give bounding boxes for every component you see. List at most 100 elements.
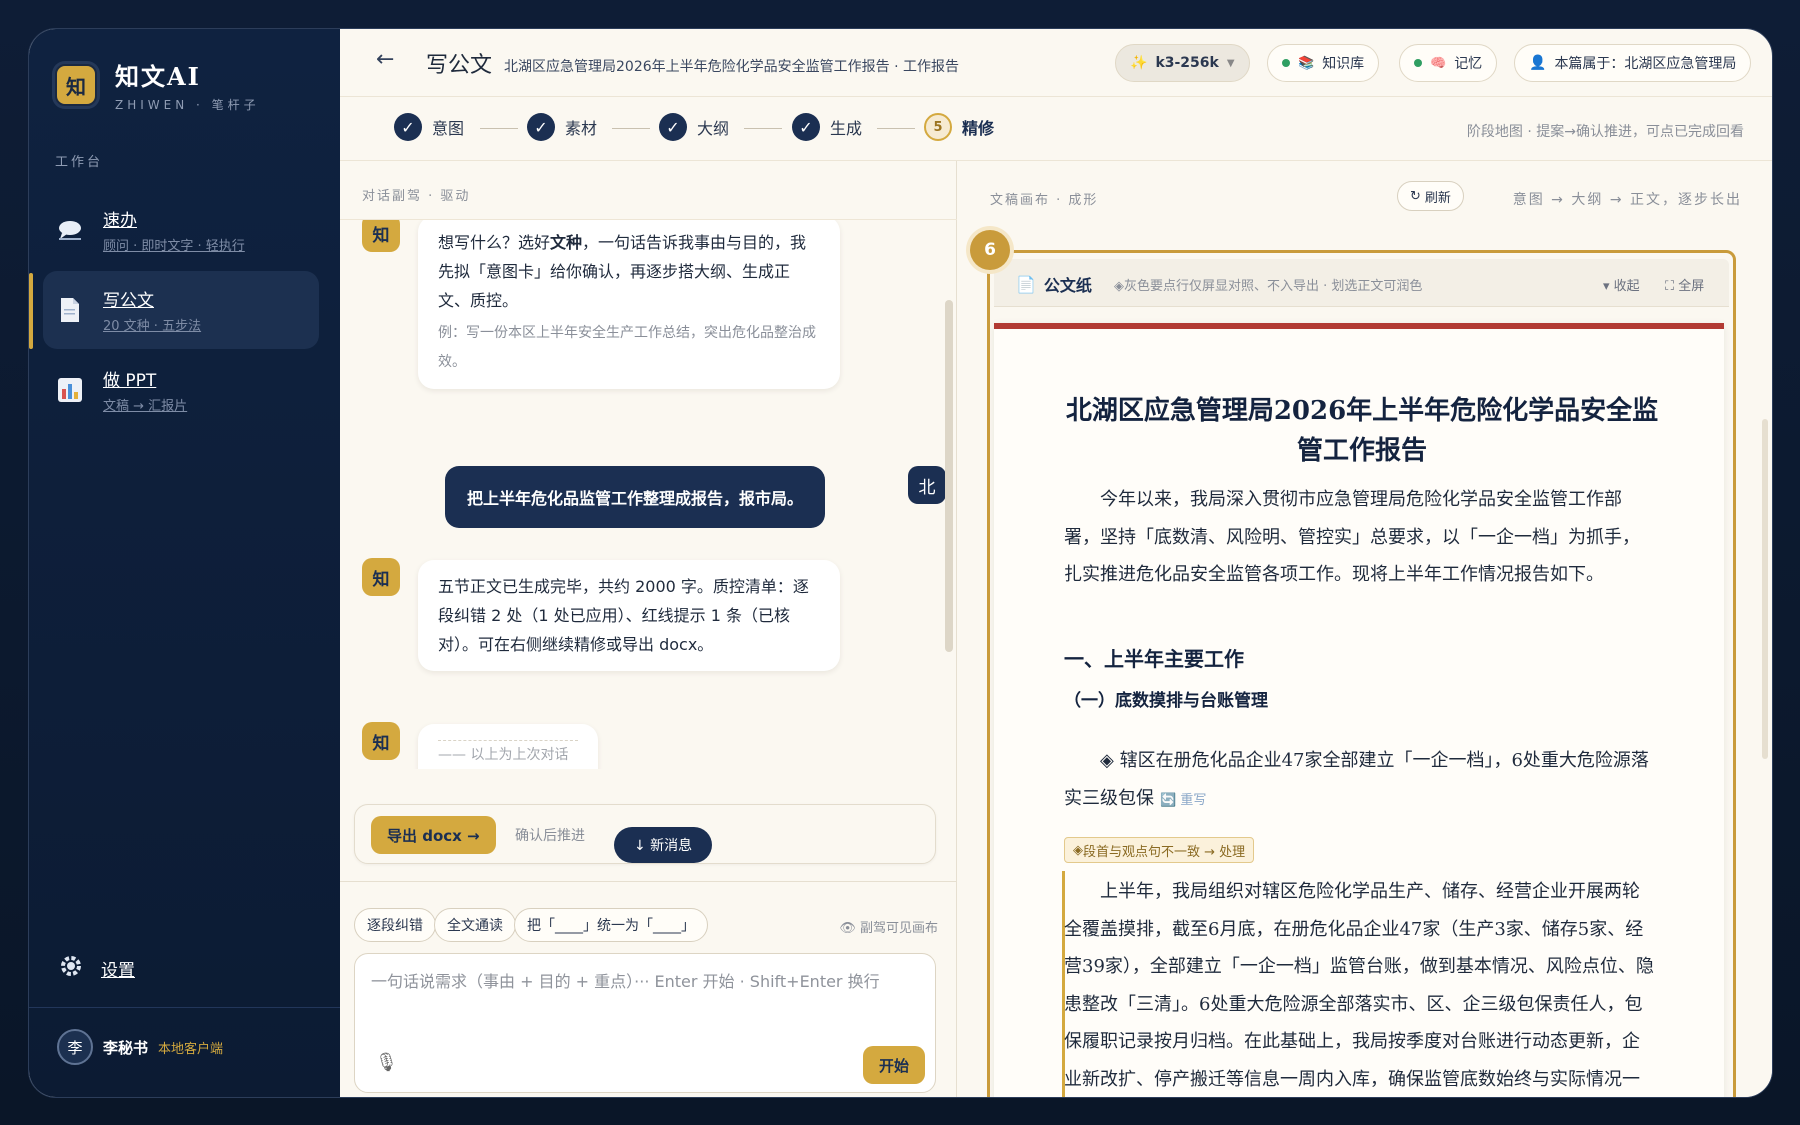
owner-selector[interactable]: 👤 本篇属于：北湖区应急管理局 bbox=[1514, 44, 1752, 82]
sidebar: 知 知文AI ZHIWEN · 笔杆子 工作台 速办 顾问 · 即时文字 · 轻… bbox=[29, 29, 340, 1097]
app-subtitle: ZHIWEN · 笔杆子 bbox=[115, 98, 260, 112]
canvas-scrollbar[interactable] bbox=[1762, 419, 1768, 759]
document-icon bbox=[57, 297, 83, 323]
owner-label: 本篇属于：北湖区应急管理局 bbox=[1554, 56, 1737, 72]
step-connector bbox=[480, 128, 518, 129]
chat-scrollbar[interactable] bbox=[945, 300, 953, 652]
status-dot bbox=[1282, 59, 1290, 67]
divider bbox=[29, 1007, 340, 1008]
app-name: 知文AI bbox=[115, 62, 201, 91]
back-button[interactable]: ← bbox=[376, 47, 394, 72]
gear-icon bbox=[59, 954, 83, 983]
check-icon: ✓ bbox=[394, 113, 422, 141]
status-dot bbox=[1414, 59, 1422, 67]
eye-icon: 👁 bbox=[839, 921, 856, 936]
check-icon: ✓ bbox=[792, 113, 820, 141]
composer: 🎙 开始 bbox=[354, 953, 936, 1093]
knowledge-base-toggle[interactable]: 📚 知识库 bbox=[1267, 44, 1380, 82]
user-profile[interactable]: 李 李秘书 本地客户端 bbox=[57, 1029, 223, 1065]
memory-toggle[interactable]: 🧠 记忆 bbox=[1399, 44, 1498, 82]
sidebar-item-ppt[interactable]: 做 PPT 文稿 → 汇报片 bbox=[43, 351, 319, 429]
step-label: 意图 bbox=[432, 119, 465, 138]
assistant-avatar: 知 bbox=[362, 558, 400, 596]
chat-panel-label: 对话副驾 · 驱动 bbox=[362, 189, 471, 204]
sidebar-item-quick[interactable]: 速办 顾问 · 即时文字 · 轻执行 bbox=[43, 191, 319, 269]
step-generate[interactable]: ✓ 生成 bbox=[792, 113, 862, 141]
step-label: 大纲 bbox=[697, 119, 730, 138]
sidebar-item-label: 速办 bbox=[103, 211, 137, 231]
refresh-button[interactable]: ↻ 刷新 bbox=[1397, 181, 1464, 211]
person-icon: 👤 bbox=[1529, 55, 1547, 71]
chat-history[interactable]: 知 想写什么？选好文种，一句话告诉我事由与目的，我先拟「意图卡」给你确认，再逐步… bbox=[340, 219, 957, 769]
user-name: 李秘书 bbox=[103, 1038, 149, 1057]
knowledge-label: 知识库 bbox=[1322, 56, 1365, 72]
example-hint: 例：写一份本区上半年安全生产工作总结，突出危化品整治成效。 bbox=[438, 325, 816, 370]
export-docx-button[interactable]: 导出 docx → bbox=[371, 816, 496, 854]
step-connector bbox=[612, 128, 650, 129]
message-text: 想写什么？选好文种，一句话告诉我事由与目的，我先拟「意图卡」给你确认，再逐步搭大… bbox=[438, 233, 807, 310]
app-window: 知 知文AI ZHIWEN · 笔杆子 工作台 速办 顾问 · 即时文字 · 轻… bbox=[28, 28, 1773, 1098]
step-outline[interactable]: ✓ 大纲 bbox=[659, 113, 729, 141]
step-number: 5 bbox=[924, 113, 952, 141]
assistant-avatar: 知 bbox=[362, 220, 400, 252]
memory-label: 记忆 bbox=[1454, 56, 1483, 72]
focus-frame bbox=[987, 250, 1736, 1097]
history-divider: —— 以上为上次对话 bbox=[438, 747, 569, 763]
document-canvas: 文稿画布 · 成形 ↻ 刷新 意图 → 大纲 → 正文，逐步长出 📄 公文纸 ◈… bbox=[958, 161, 1772, 1097]
sidebar-item-sub: 顾问 · 即时文字 · 轻执行 bbox=[103, 239, 245, 254]
user-message: 把上半年危化品监管工作整理成报告，报市局。 bbox=[445, 466, 826, 528]
chip-proofread[interactable]: 逐段纠错 bbox=[354, 908, 436, 942]
check-icon: ✓ bbox=[659, 113, 687, 141]
sidebar-item-sub: 文稿 → 汇报片 bbox=[103, 399, 188, 414]
page-title: 写公文 bbox=[426, 53, 493, 78]
step-material[interactable]: ✓ 素材 bbox=[527, 113, 597, 141]
canvas-flow-hint: 意图 → 大纲 → 正文，逐步长出 bbox=[1512, 192, 1742, 208]
sidebar-item-label: 写公文 bbox=[103, 291, 154, 311]
sidebar-item-label: 做 PPT bbox=[103, 371, 157, 391]
client-tag: 本地客户端 bbox=[158, 1041, 224, 1057]
step-intent[interactable]: ✓ 意图 bbox=[394, 113, 464, 141]
settings-label: 设置 bbox=[101, 961, 135, 981]
sidebar-item-write[interactable]: 写公文 20 文种 · 五步法 bbox=[43, 271, 319, 349]
annotation-badge: 6 bbox=[970, 230, 1010, 270]
confirm-hint: 确认后推进 bbox=[515, 828, 585, 844]
refresh-icon: ↻ bbox=[1410, 188, 1421, 204]
new-message-button[interactable]: ↓ 新消息 bbox=[614, 827, 713, 863]
app-logo: 知 bbox=[55, 64, 97, 106]
canvas-label: 文稿画布 · 成形 bbox=[990, 193, 1099, 208]
chip-full-read[interactable]: 全文通读 bbox=[434, 908, 516, 942]
bar-chart-icon bbox=[57, 377, 83, 403]
settings-button[interactable]: 设置 bbox=[59, 954, 135, 983]
model-name: k3-256k bbox=[1155, 55, 1219, 71]
chip-unify-term[interactable]: 把「____」统一为「____」 bbox=[514, 908, 708, 942]
canvas-visible-note: 👁 副驾可见画布 bbox=[839, 921, 938, 936]
step-label: 精修 bbox=[962, 119, 995, 138]
active-indicator bbox=[29, 273, 33, 349]
step-connector bbox=[744, 128, 782, 129]
document-title: 北湖区应急管理局2026年上半年危险化学品安全监管工作报告 · 工作报告 bbox=[504, 59, 959, 75]
step-label: 素材 bbox=[565, 119, 598, 138]
start-button[interactable]: 开始 bbox=[862, 1046, 925, 1084]
brain-icon: 🧠 bbox=[1430, 55, 1447, 71]
model-selector[interactable]: ✨ k3-256k ▼ bbox=[1115, 44, 1250, 82]
microphone-icon[interactable]: 🎙 bbox=[375, 1052, 398, 1073]
step-label: 生成 bbox=[830, 119, 863, 138]
assistant-avatar: 知 bbox=[362, 722, 400, 760]
books-icon: 📚 bbox=[1298, 55, 1315, 71]
message-input[interactable] bbox=[371, 968, 921, 1038]
chevron-down-icon: ▼ bbox=[1226, 57, 1235, 69]
brand: 知 知文AI ZHIWEN · 笔杆子 bbox=[55, 57, 260, 113]
step-refine[interactable]: 5 精修 bbox=[924, 113, 994, 141]
divider bbox=[340, 881, 957, 882]
assistant-message: —— 以上为上次对话 bbox=[418, 724, 598, 769]
chat-panel: 对话副驾 · 驱动 知 想写什么？选好文种，一句话告诉我事由与目的，我先拟「意图… bbox=[340, 161, 957, 1097]
stage-hint: 阶段地图 · 提案→确认推进，可点已完成回看 bbox=[1466, 124, 1744, 140]
user-avatar: 北 bbox=[908, 466, 946, 504]
stage-stepper: ✓ 意图 ✓ 素材 ✓ 大纲 ✓ 生成 5 精修 阶段地图 · 提案→确认推进，… bbox=[340, 97, 1772, 161]
check-icon: ✓ bbox=[527, 113, 555, 141]
assistant-message: 想写什么？选好文种，一句话告诉我事由与目的，我先拟「意图卡」给你确认，再逐步搭大… bbox=[418, 220, 840, 389]
sidebar-item-sub: 20 文种 · 五步法 bbox=[103, 319, 202, 334]
sparkle-icon: ✨ bbox=[1130, 55, 1148, 71]
chat-bubble-icon bbox=[57, 217, 83, 243]
assistant-message: 五节正文已生成完毕，共约 2000 字。质控清单：逐段纠错 2 处（1 处已应用… bbox=[418, 560, 840, 671]
